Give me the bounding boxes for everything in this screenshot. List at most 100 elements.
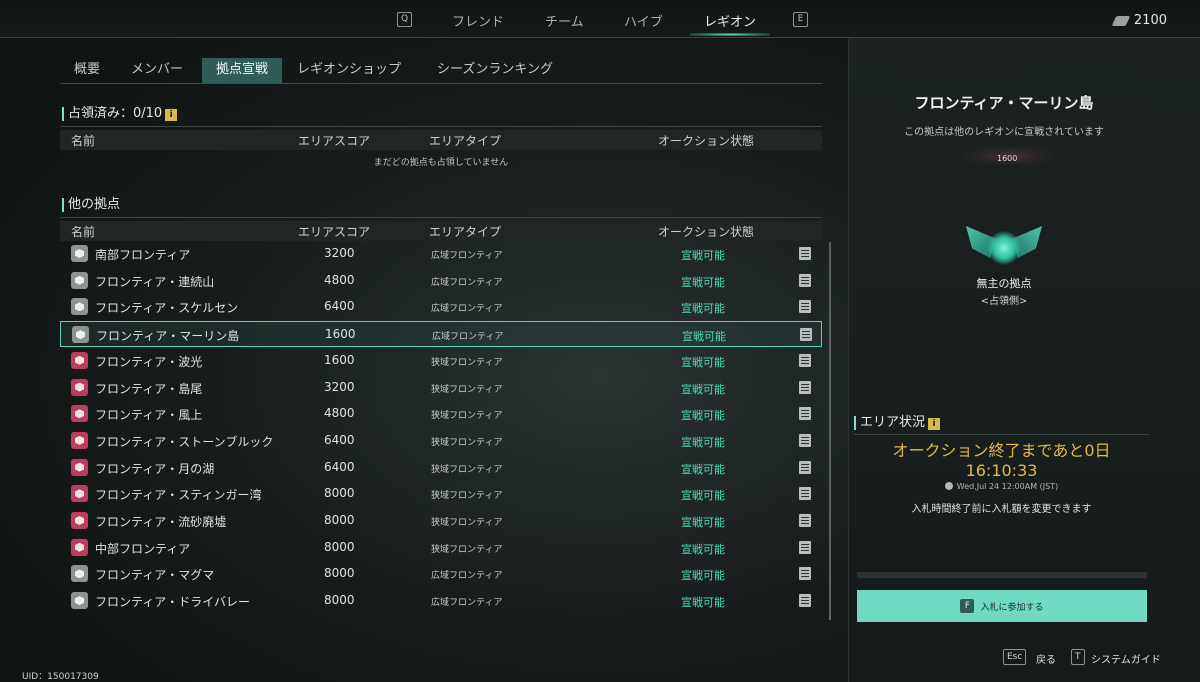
base-name: フロンティア・連続山 (95, 274, 215, 289)
table-row[interactable]: フロンティア・連続山 4800 広域フロンティア 宣戦可能 (60, 268, 822, 294)
base-name: フロンティア・ストーンブルック (95, 434, 274, 449)
base-name: フロンティア・風上 (95, 408, 203, 423)
base-area-type: 狭域フロンティア (431, 357, 503, 368)
details-document-icon[interactable] (799, 380, 811, 394)
table-row[interactable]: フロンティア・マグマ 8000 広域フロンティア 宣戦可能 (60, 561, 822, 587)
next-tab-key[interactable]: E (793, 12, 808, 27)
base-type-icon (71, 485, 88, 503)
tab-team[interactable]: チーム (545, 11, 584, 30)
base-type-icon (71, 271, 88, 289)
base-name: 南部フロンティア (95, 248, 191, 262)
subtab-members[interactable]: メンバー (117, 58, 197, 83)
details-document-icon[interactable] (799, 460, 811, 474)
base-type-icon (71, 298, 88, 316)
currency-display: 2100 (1111, 13, 1167, 28)
back-key[interactable]: Esc (1003, 649, 1027, 665)
subtab-base-war[interactable]: 拠点宣戦 (202, 58, 283, 83)
tab-hive[interactable]: ハイブ (624, 11, 663, 30)
header-status: オークション状態 (658, 134, 755, 148)
auction-status: 宣戦可能 (681, 382, 725, 396)
base-score: 6400 (324, 432, 355, 447)
divider (854, 434, 1149, 435)
base-area-type: 広域フロンティア (431, 598, 503, 609)
details-document-icon[interactable] (799, 300, 811, 314)
table-row[interactable]: 南部フロンティア 3200 広域フロンティア 宣戦可能 (60, 241, 822, 267)
details-document-icon[interactable] (799, 433, 811, 447)
info-icon[interactable]: i (928, 418, 941, 430)
guide-key[interactable]: T (1071, 649, 1085, 665)
details-document-icon[interactable] (799, 487, 811, 501)
base-area-type: 狭域フロンティア (431, 464, 503, 475)
details-document-icon[interactable] (799, 407, 811, 421)
table-row[interactable]: フロンティア・流砂廃墟 8000 狭域フロンティア 宣戦可能 (60, 508, 822, 534)
table-row[interactable]: フロンティア・ストーンブルック 6400 狭域フロンティア 宣戦可能 (60, 428, 822, 454)
base-area-type: 広域フロンティア (432, 332, 504, 343)
legion-subtabs: 概要 メンバー 拠点宣戦 レギオンショップ シーズンランキング (60, 58, 822, 84)
auction-progress-bar (857, 572, 1147, 578)
base-score: 8000 (324, 513, 355, 527)
back-button[interactable]: 戻る (1036, 651, 1056, 666)
header-name: 名前 (71, 225, 96, 239)
base-type-icon (71, 351, 88, 369)
clock-icon (944, 482, 953, 490)
table-row[interactable]: フロンティア・月の湖 6400 狭域フロンティア 宣戦可能 (60, 455, 822, 481)
base-score: 1600 (324, 352, 355, 367)
occupied-table-header: 名前 エリアスコア エリアタイプ オークション状態 (60, 130, 822, 150)
table-row[interactable]: フロンティア・風上 4800 狭域フロンティア 宣戦可能 (60, 401, 822, 427)
table-row[interactable]: フロンティア・スティンガー湾 8000 狭域フロンティア 宣戦可能 (60, 481, 822, 507)
auction-status: 宣戦可能 (681, 462, 725, 476)
table-row[interactable]: フロンティア・マーリン島 1600 広域フロンティア 宣戦可能 (60, 321, 822, 348)
details-document-icon[interactable] (799, 540, 811, 554)
bid-key-hint: F (960, 599, 975, 613)
details-document-icon[interactable] (799, 514, 811, 527)
auction-status: 宣戦可能 (681, 435, 725, 449)
user-id: UID：150017309 (22, 672, 99, 682)
details-document-icon[interactable] (799, 273, 811, 287)
empty-message: まだどの拠点も占領していません (373, 158, 509, 168)
subtab-overview[interactable]: 概要 (60, 58, 114, 83)
base-area-type: 広域フロンティア (431, 251, 503, 261)
divider (60, 217, 822, 218)
base-score: 8000 (324, 539, 355, 554)
base-name: 中部フロンティア (95, 541, 191, 556)
base-type-icon (71, 458, 88, 476)
list-scrollbar[interactable] (829, 242, 831, 620)
base-type-icon (71, 512, 88, 529)
base-area-type: 狭域フロンティア (431, 491, 503, 502)
base-type-icon (71, 565, 88, 583)
auction-status: 宣戦可能 (681, 542, 725, 556)
base-score: 1600 (997, 154, 1018, 163)
base-name: フロンティア・スケルセン (95, 301, 239, 316)
header-score: エリアスコア (298, 225, 371, 239)
auction-status: 宣戦可能 (681, 275, 725, 289)
divider (60, 126, 822, 127)
table-row[interactable]: フロンティア・ドライバレー 8000 広域フロンティア 宣戦可能 (60, 588, 822, 614)
prev-tab-key[interactable]: Q (397, 12, 412, 27)
base-subtitle: この拠点は他のレギオンに宣戦されています (904, 127, 1104, 138)
details-document-icon[interactable] (799, 567, 811, 581)
occupied-title-text: 占領済み：0/10 (68, 106, 163, 121)
details-document-icon[interactable] (800, 328, 812, 342)
details-document-icon[interactable] (799, 247, 811, 260)
table-row[interactable]: フロンティア・島尾 3200 狭域フロンティア 宣戦可能 (60, 375, 822, 401)
active-tab-indicator (690, 33, 770, 36)
bid-button-label: 入札に参加する (980, 602, 1044, 613)
table-row[interactable]: フロンティア・波光 1600 狭域フロンティア 宣戦可能 (60, 348, 822, 374)
join-bid-button[interactable]: F 入札に参加する (857, 590, 1147, 622)
details-document-icon[interactable] (799, 353, 811, 367)
info-icon[interactable]: i (165, 109, 178, 121)
base-name: フロンティア・スティンガー湾 (95, 488, 262, 503)
details-document-icon[interactable] (799, 594, 811, 608)
header-name: 名前 (71, 134, 96, 148)
subtab-season-ranking[interactable]: シーズンランキング (423, 58, 567, 83)
system-guide-button[interactable]: システムガイド (1091, 651, 1161, 666)
tab-legion[interactable]: レギオン (704, 11, 756, 30)
base-name: フロンティア・マグマ (95, 568, 215, 583)
subtab-legion-shop[interactable]: レギオンショップ (283, 58, 415, 83)
base-name: フロンティア・島尾 (95, 381, 203, 396)
base-score: 8000 (324, 486, 355, 501)
table-row[interactable]: 中部フロンティア 8000 狭域フロンティア 宣戦可能 (60, 535, 822, 561)
tab-friend[interactable]: フレンド (452, 11, 504, 30)
auction-status: 宣戦可能 (681, 596, 725, 610)
table-row[interactable]: フロンティア・スケルセン 6400 広域フロンティア 宣戦可能 (60, 294, 822, 320)
